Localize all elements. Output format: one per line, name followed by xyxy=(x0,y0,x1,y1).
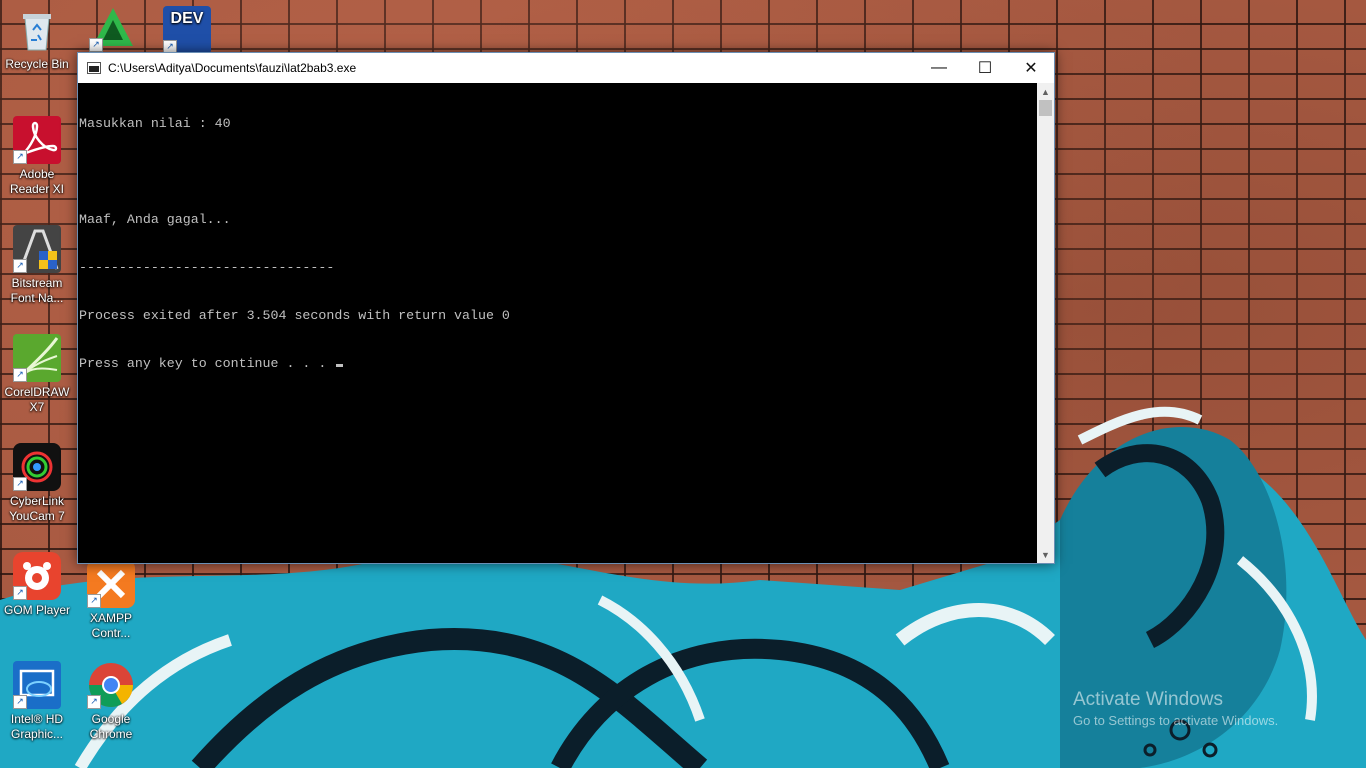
console-line: Process exited after 3.504 seconds with … xyxy=(79,308,510,323)
scroll-up-arrow-icon[interactable]: ▲ xyxy=(1037,83,1054,100)
close-icon: ✕ xyxy=(1024,60,1038,77)
bitstream-font-icon: ↗ xyxy=(13,225,61,273)
youcam-icon: ↗ xyxy=(13,443,61,491)
scroll-down-arrow-icon[interactable]: ▼ xyxy=(1037,546,1054,563)
shortcut-arrow-icon: ↗ xyxy=(13,586,27,600)
desktop-icon-label: XAMPP Contr... xyxy=(89,611,132,640)
desktop-icon-label: Recycle Bin xyxy=(5,57,69,71)
dev-cpp-icon: DEV ↗ xyxy=(163,6,211,54)
console-output[interactable]: Masukkan nilai : 40 Maaf, Anda gagal... … xyxy=(78,83,1037,563)
recycle-bin-icon xyxy=(13,6,61,54)
console-app-icon xyxy=(87,62,101,74)
desktop-icon-xampp[interactable]: ↗ XAMPP Contr... xyxy=(74,560,148,641)
watermark-subtitle: Go to Settings to activate Windows. xyxy=(1073,713,1279,728)
desktop-icon-coreldraw[interactable]: ↗ CorelDRAW X7 xyxy=(0,334,74,415)
shortcut-arrow-icon: ↗ xyxy=(13,150,27,164)
watermark-title: Activate Windows xyxy=(1073,689,1223,710)
desktop-icon-label: Bitstream Font Na... xyxy=(10,276,64,305)
google-chrome-icon: ↗ xyxy=(87,661,135,709)
window-title: C:\Users\Aditya\Documents\fauzi\lat2bab3… xyxy=(108,61,357,75)
desktop-icon-adobe-reader[interactable]: ↗ Adobe Reader XI xyxy=(0,116,74,197)
adobe-reader-icon: ↗ xyxy=(13,116,61,164)
coreldraw-icon: ↗ xyxy=(13,334,61,382)
desktop-icon-google-chrome[interactable]: ↗ Google Chrome xyxy=(74,661,148,742)
desktop-icon-label: Adobe Reader XI xyxy=(9,167,65,196)
intel-hd-graphics-icon: ↗ xyxy=(13,661,61,709)
maximize-button[interactable]: ☐ xyxy=(962,53,1008,83)
close-button[interactable]: ✕ xyxy=(1008,53,1054,83)
desktop-icon-label: CyberLink YouCam 7 xyxy=(9,494,65,523)
shortcut-arrow-icon: ↗ xyxy=(13,477,27,491)
shortcut-arrow-icon: ↗ xyxy=(87,695,101,709)
console-prompt-line: Press any key to continue . . . xyxy=(79,356,1037,372)
desktop-icon-devcpp[interactable]: DEV ↗ xyxy=(150,6,224,57)
activate-windows-watermark: Activate Windows Go to Settings to activ… xyxy=(1073,688,1278,730)
console-line: Press any key to continue . . . xyxy=(79,356,335,371)
green-triangle-app-icon: ↗ xyxy=(89,4,137,52)
desktop-icon-label: Google Chrome xyxy=(89,712,133,741)
window-titlebar[interactable]: C:\Users\Aditya\Documents\fauzi\lat2bab3… xyxy=(78,53,1054,83)
minimize-icon: — xyxy=(931,59,947,76)
desktop-icon-gom-player[interactable]: ↗ GOM Player xyxy=(0,552,74,618)
desktop-icon-recycle-bin[interactable]: Recycle Bin xyxy=(0,6,74,72)
desktop-icon-label: GOM Player xyxy=(3,603,70,617)
xampp-icon: ↗ xyxy=(87,560,135,608)
shortcut-arrow-icon: ↗ xyxy=(87,594,101,608)
maximize-icon: ☐ xyxy=(977,60,993,77)
scroll-thumb[interactable] xyxy=(1039,100,1052,116)
desktop-icon-bitstream[interactable]: ↗ Bitstream Font Na... xyxy=(0,225,74,306)
desktop-icon-youcam[interactable]: ↗ CyberLink YouCam 7 xyxy=(0,443,74,524)
desktop-icon-label: CorelDRAW X7 xyxy=(4,385,70,414)
desktop-icon-intel-graphics[interactable]: ↗ Intel® HD Graphic... xyxy=(0,661,74,742)
dev-cpp-icon-text: DEV xyxy=(170,10,204,27)
console-window[interactable]: C:\Users\Aditya\Documents\fauzi\lat2bab3… xyxy=(77,52,1055,564)
vertical-scrollbar[interactable]: ▲ ▼ xyxy=(1037,83,1054,563)
text-cursor xyxy=(336,364,344,367)
desktop-icon-green-app[interactable]: ↗ xyxy=(76,4,150,55)
console-line: Maaf, Anda gagal... xyxy=(79,212,231,227)
console-line: Masukkan nilai : 40 xyxy=(79,116,231,131)
gom-player-icon: ↗ xyxy=(13,552,61,600)
shortcut-arrow-icon: ↗ xyxy=(89,38,103,52)
shortcut-arrow-icon: ↗ xyxy=(13,695,27,709)
minimize-button[interactable]: — xyxy=(916,53,962,83)
desktop-icon-label: Intel® HD Graphic... xyxy=(10,712,64,741)
shortcut-arrow-icon: ↗ xyxy=(13,368,27,382)
shortcut-arrow-icon: ↗ xyxy=(13,259,27,273)
console-line: -------------------------------- xyxy=(79,260,335,275)
